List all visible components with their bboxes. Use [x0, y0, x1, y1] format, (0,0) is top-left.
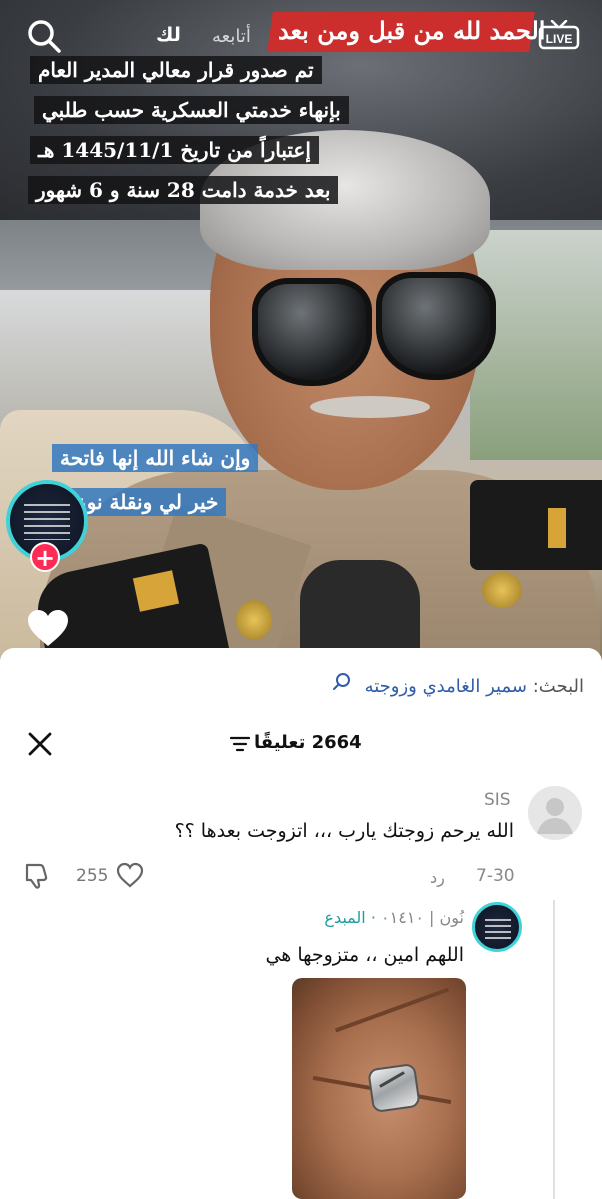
banner-text: الحمد لله من قبل ومن بعد: [278, 16, 546, 45]
comment-avatar[interactable]: [528, 786, 582, 840]
undershirt: [300, 560, 420, 660]
reply-text: اللهم امين ،، متزوجها هي: [265, 944, 464, 966]
heart-outline-icon[interactable]: [116, 862, 144, 888]
comment-count: 2664 تعليقًا: [254, 732, 362, 753]
search-icon[interactable]: [332, 672, 352, 692]
close-icon[interactable]: [26, 730, 54, 758]
reply-photo[interactable]: [292, 978, 466, 1199]
creator-badge: · المبدع: [324, 908, 376, 927]
dislike-icon[interactable]: [24, 862, 50, 890]
caption-line: بعد خدمة دامت 28 سنة و 6 شهور: [28, 176, 339, 204]
tab-for-you[interactable]: لك: [156, 24, 181, 46]
creator-badge-text: المبدع: [324, 908, 366, 927]
like-heart-icon[interactable]: [26, 608, 70, 648]
default-avatar-icon: [537, 798, 573, 834]
ring: [367, 1062, 421, 1114]
live-label: LIVE: [546, 32, 573, 46]
caption-line: بإنهاء خدمتي العسكرية حسب طلبي: [34, 96, 349, 124]
reply-thread-line: [553, 900, 555, 1199]
caption-line: إعتباراً من تاريخ 1445/11/1 هـ: [30, 136, 319, 164]
sunglasses-lens-right: [376, 272, 496, 380]
avatar-image: [24, 504, 70, 540]
comment-like-count: 255: [76, 866, 109, 886]
live-icon[interactable]: LIVE: [538, 20, 580, 50]
uniform-button: [482, 572, 522, 608]
palm-crease: [334, 987, 450, 1033]
reply-button[interactable]: رد: [430, 868, 445, 887]
comment-text: الله يرحم زوجتك يارب ،،، اتزوجت بعدها ؟؟: [174, 820, 514, 842]
uniform-button: [236, 600, 272, 640]
search-suggestion-term[interactable]: سمير الغامدي وزوجته: [365, 676, 527, 697]
rank-bar-right: [548, 508, 566, 548]
caption-line: تم صدور قرار معالي المدير العام: [30, 56, 322, 84]
epaulette-right: [470, 480, 602, 570]
search-suggestion-label: البحث:: [532, 676, 584, 697]
reply-username[interactable]: نُون | ٠١٤١٠ · المبدع: [324, 908, 464, 927]
tab-following[interactable]: أتابعه: [212, 26, 251, 47]
comment-username[interactable]: SIS: [484, 790, 511, 810]
caption-blue-line: وإن شاء الله إنها فاتحة: [52, 444, 259, 472]
sunglasses-lens-left: [252, 278, 372, 386]
follow-plus-button[interactable]: +: [30, 542, 60, 572]
reply-username-text: نُون | ٠١٤١٠: [381, 908, 464, 927]
comment-date: 7-30: [476, 866, 515, 886]
search-suggestion[interactable]: البحث: سمير الغامدي وزوجته: [365, 676, 584, 697]
mustache: [310, 396, 430, 418]
avatar-image: [485, 919, 511, 939]
sort-filter-icon[interactable]: [230, 736, 250, 752]
reply-avatar[interactable]: [472, 902, 522, 952]
search-icon[interactable]: [26, 18, 62, 54]
